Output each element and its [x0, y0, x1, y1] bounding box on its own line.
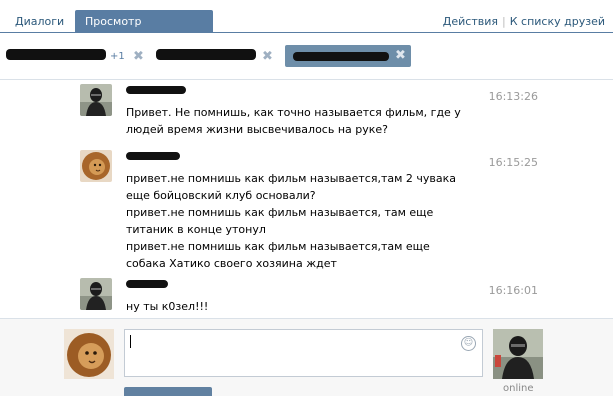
- remove-recipient-icon[interactable]: ✖: [262, 49, 273, 64]
- message-text: привет.не помнишь как фильм называется,т…: [126, 240, 430, 270]
- message-composer: ☺ online: [0, 318, 613, 396]
- message-history: 16:13:26 Привет. Не помнишь, как точно н…: [0, 80, 613, 318]
- sender-name-redaction[interactable]: [126, 152, 180, 160]
- message: 16:16:01 ну ты к0зел!!!: [80, 278, 550, 318]
- actions-link[interactable]: Действия: [443, 15, 498, 28]
- back-to-friends-link[interactable]: К списку друзей: [510, 15, 605, 28]
- masked-person-icon: [493, 329, 543, 379]
- message-time: 16:15:25: [488, 156, 538, 169]
- masked-person-icon: [80, 278, 112, 310]
- message-text: ну ты к0зел!!!: [126, 300, 209, 313]
- remove-recipient-icon[interactable]: ✖: [395, 48, 406, 63]
- recipients-strip: +1 ✖ ✖ ✖: [0, 34, 613, 80]
- recipient-extra-count: +1: [110, 51, 125, 62]
- sender-name-redaction[interactable]: [126, 280, 168, 288]
- active-recipient-chip[interactable]: ✖: [285, 45, 411, 67]
- text-caret: [130, 335, 131, 348]
- tab-dialogs[interactable]: Диалоги: [15, 10, 64, 33]
- send-button[interactable]: [124, 387, 212, 396]
- recipient-name-redaction[interactable]: [6, 49, 106, 60]
- lion-icon: [80, 150, 112, 182]
- header-actions: Действия | К списку друзей: [443, 15, 605, 28]
- message-text-group: привет.не помнишь как фильм называется,т…: [126, 170, 466, 272]
- message-text: Привет. Не помнишь, как точно называется…: [126, 106, 461, 136]
- message: 16:13:26 Привет. Не помнишь, как точно н…: [80, 84, 550, 144]
- message-text: привет.не помнишь как фильм называется, …: [126, 206, 434, 236]
- masked-person-icon: [80, 84, 112, 116]
- avatar[interactable]: [80, 278, 112, 310]
- smiley-icon[interactable]: ☺: [461, 336, 476, 351]
- tab-bar: Диалоги Просмотр диалогов+1 Действия | К с…: [0, 0, 613, 51]
- tab-view-dialogs[interactable]: Просмотр диалогов+1: [75, 10, 213, 51]
- my-avatar[interactable]: [64, 329, 114, 379]
- actions-separator: |: [502, 15, 506, 28]
- message-text: привет.не помнишь как фильм называется,т…: [126, 172, 457, 202]
- online-status: online: [503, 383, 534, 394]
- avatar[interactable]: [80, 150, 112, 182]
- avatar[interactable]: [80, 84, 112, 116]
- peer-avatar[interactable]: [493, 329, 543, 379]
- lion-icon: [64, 329, 114, 379]
- message-input[interactable]: ☺: [124, 329, 483, 377]
- message-time: 16:13:26: [488, 90, 538, 103]
- recipient-name-redaction: [293, 52, 389, 61]
- message-time: 16:16:01: [488, 284, 538, 297]
- message: 16:15:25 привет.не помнишь как фильм наз…: [80, 150, 550, 270]
- sender-name-redaction[interactable]: [126, 86, 186, 94]
- remove-recipient-icon[interactable]: ✖: [133, 49, 144, 64]
- recipient-name-redaction[interactable]: [156, 49, 256, 60]
